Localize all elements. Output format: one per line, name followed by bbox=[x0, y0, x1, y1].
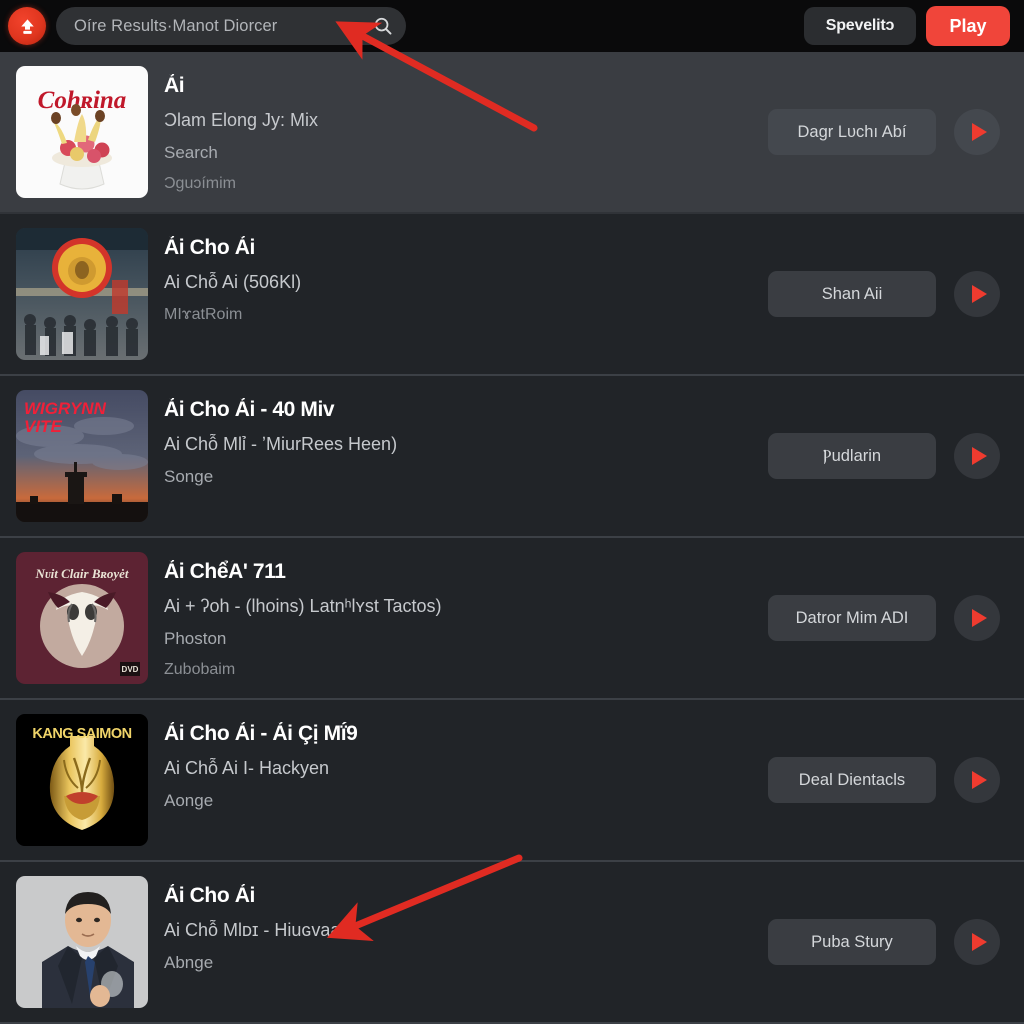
result-title: Ải Cho Ải bbox=[164, 236, 255, 259]
search-input[interactable] bbox=[74, 16, 372, 36]
result-meta: Ải Cho Ải Ai Chỗ Mlᴅɪ - Hiuɢvaas Abnge bbox=[164, 876, 752, 973]
result-line3: Abnge bbox=[164, 952, 214, 972]
result-subtitle: Ai Chỗ Mlỉ - ʼMiurRees Heen) bbox=[164, 434, 398, 455]
result-thumbnail[interactable] bbox=[16, 228, 148, 360]
play-icon[interactable] bbox=[954, 919, 1000, 965]
app-root: Spevelitɔ Play Cohʀina bbox=[0, 0, 1024, 1024]
result-thumbnail[interactable]: KANG SAIMON bbox=[16, 714, 148, 846]
result-subtitle: Ai Chỗ Ai (506Kl) bbox=[164, 272, 302, 293]
result-line4: MIɤatRoim bbox=[164, 305, 243, 323]
result-line4: Ɔguɔímim bbox=[164, 175, 237, 193]
result-line3: Aonge bbox=[164, 790, 214, 810]
result-action-button[interactable]: Puba Stury bbox=[768, 919, 936, 965]
result-action-button[interactable]: Ⲣudlarin bbox=[768, 433, 936, 479]
result-actions: Shan Aii bbox=[768, 271, 1010, 317]
svg-text:Nᴜit Clair Bʀᴏyėt: Nᴜit Clair Bʀᴏyėt bbox=[35, 566, 129, 581]
result-subtitle: Ai Chỗ Mlᴅɪ - Hiuɢvaas bbox=[164, 920, 350, 941]
result-row[interactable]: KANG SAIMON Ải Cho Ải - Ải Çị Mḯ9 Ai Chỗ … bbox=[0, 700, 1024, 862]
play-button[interactable]: Play bbox=[926, 6, 1010, 46]
result-actions: Puba Stury bbox=[768, 919, 1010, 965]
result-subtitle: Ɔlam Elong Jy: Mix bbox=[164, 110, 319, 131]
spevelit-button[interactable]: Spevelitɔ bbox=[804, 7, 916, 45]
result-action-button[interactable]: Shan Aii bbox=[768, 271, 936, 317]
result-meta: Ải Cho Ải - 40 Miv Ai Chỗ Mlỉ - ʼMiurRees… bbox=[164, 390, 752, 487]
search-bar[interactable] bbox=[56, 7, 406, 45]
result-actions: Deal Dientacls bbox=[768, 757, 1010, 803]
svg-text:DVD: DVD bbox=[122, 665, 139, 674]
result-title: Ải Cho Ải - Ải Çị Mḯ9 bbox=[164, 722, 358, 745]
result-row[interactable]: Ải Cho Ải Ai Chỗ Ai (506Kl) MIɤatRoim Shan … bbox=[0, 214, 1024, 376]
result-thumbnail[interactable]: Cohʀina bbox=[16, 66, 148, 198]
play-icon[interactable] bbox=[954, 757, 1000, 803]
result-action-button[interactable]: Datror Mim ADI bbox=[768, 595, 936, 641]
result-title: Ải Cho Ải - 40 Miv bbox=[164, 398, 335, 421]
svg-text:VITE: VITE bbox=[24, 417, 62, 436]
play-icon[interactable] bbox=[954, 271, 1000, 317]
result-meta: Ải Cho Ải Ai Chỗ Ai (506Kl) MIɤatRoim bbox=[164, 228, 752, 324]
play-triangle-icon bbox=[971, 447, 987, 465]
result-line4: Zubobaim bbox=[164, 661, 236, 679]
play-triangle-icon bbox=[971, 609, 987, 627]
result-title: Ải bbox=[164, 74, 185, 97]
svg-text:WIGRYNN: WIGRYNN bbox=[24, 399, 107, 418]
result-row[interactable]: Ải Cho Ải Ai Chỗ Mlᴅɪ - Hiuɢvaas Abnge Puba… bbox=[0, 862, 1024, 1024]
svg-text:Cohʀina: Cohʀina bbox=[38, 87, 127, 114]
result-actions: Ⲣudlarin bbox=[768, 433, 1010, 479]
play-triangle-icon bbox=[971, 285, 987, 303]
result-thumbnail[interactable] bbox=[16, 876, 148, 1008]
result-title: Ải Cho Ải bbox=[164, 884, 255, 907]
result-subtitle: Ai Chỗ Ai I- Hackyen bbox=[164, 758, 330, 779]
result-row[interactable]: WIGRYNN VITE Ải Cho Ải - 40 Miv Ai Chỗ Ml… bbox=[0, 376, 1024, 538]
play-triangle-icon bbox=[971, 123, 987, 141]
svg-text:KANG SAIMON: KANG SAIMON bbox=[32, 726, 131, 742]
result-subtitle: Ai + ʔoh - (lhoins) Latnʰlʏst Tactos) bbox=[164, 596, 442, 617]
result-line3: Songe bbox=[164, 466, 214, 486]
result-actions: Dagr Lᴜchı Abí bbox=[768, 109, 1010, 155]
result-line3: Search bbox=[164, 142, 218, 162]
search-icon[interactable] bbox=[372, 15, 394, 37]
upload-circle-icon[interactable] bbox=[8, 7, 46, 45]
result-actions: Datror Mim ADI bbox=[768, 595, 1010, 641]
result-meta: Ải Ɔlam Elong Jy: Mix Search Ɔguɔímim bbox=[164, 66, 752, 193]
result-line3: Phoston bbox=[164, 628, 227, 648]
result-row[interactable]: Cohʀina Ải Ɔlam Elong Jy: Mix Search Ɔgu… bbox=[0, 52, 1024, 214]
play-icon[interactable] bbox=[954, 109, 1000, 155]
results-list: Cohʀina Ải Ɔlam Elong Jy: Mix Search Ɔgu… bbox=[0, 52, 1024, 1024]
result-meta: Ải ChểA' 711 Ai + ʔoh - (lhoins) Latnʰlʏs… bbox=[164, 552, 752, 679]
result-thumbnail[interactable]: WIGRYNN VITE bbox=[16, 390, 148, 522]
result-meta: Ải Cho Ải - Ải Çị Mḯ9 Ai Chỗ Ai I- Hackye… bbox=[164, 714, 752, 811]
top-bar: Spevelitɔ Play bbox=[0, 0, 1024, 52]
play-icon[interactable] bbox=[954, 595, 1000, 641]
play-icon[interactable] bbox=[954, 433, 1000, 479]
result-action-button[interactable]: Dagr Lᴜchı Abí bbox=[768, 109, 936, 155]
result-row[interactable]: Nᴜit Clair Bʀᴏyėt DVD Ải ChểA' 711 Ai + ʔ… bbox=[0, 538, 1024, 700]
play-triangle-icon bbox=[971, 933, 987, 951]
result-action-button[interactable]: Deal Dientacls bbox=[768, 757, 936, 803]
result-title: Ải ChểA' 711 bbox=[164, 560, 286, 583]
result-thumbnail[interactable]: Nᴜit Clair Bʀᴏyėt DVD bbox=[16, 552, 148, 684]
play-triangle-icon bbox=[971, 771, 987, 789]
